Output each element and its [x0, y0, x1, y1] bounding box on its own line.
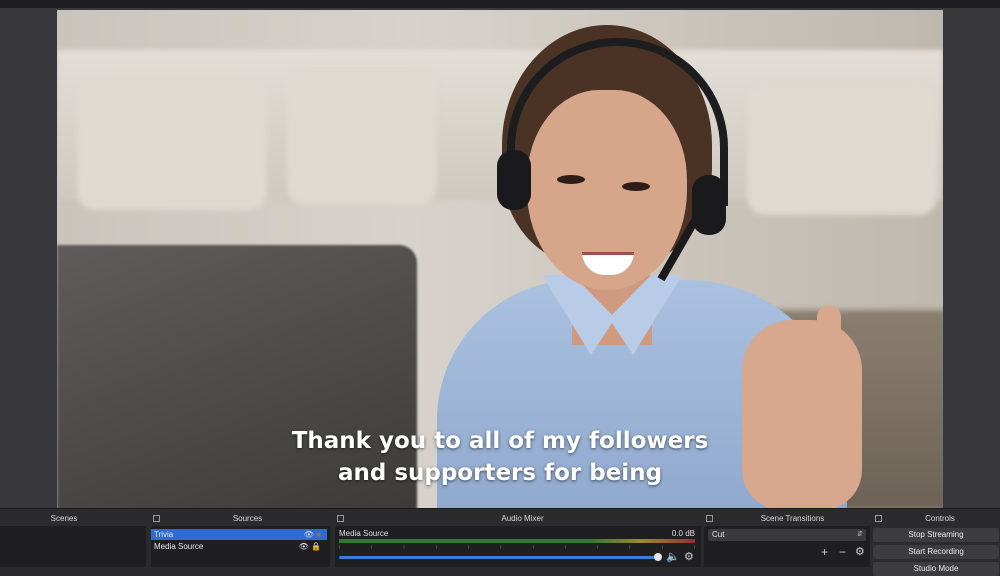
scenes-panel[interactable] [0, 526, 146, 567]
mixer-level: 0.0 dB [671, 529, 695, 538]
studio-mode-button[interactable]: Studio Mode [873, 562, 999, 576]
eye-icon[interactable]: 👁 [304, 530, 314, 539]
eye-icon[interactable]: 👁 [299, 542, 309, 551]
source-item-media-source[interactable]: Media Source 👁 🔒 [151, 541, 327, 552]
transition-select-value: Cut [712, 530, 725, 539]
audio-meter [339, 539, 695, 543]
caption-line-1: Thank you to all of my followers [291, 428, 709, 454]
headset-earcup [692, 175, 726, 235]
start-recording-button[interactable]: Start Recording [873, 545, 999, 559]
add-icon[interactable]: + [821, 545, 828, 559]
meter-ticks: | | | | | | | | | | | | [339, 544, 695, 549]
stream-caption: Thank you to all of my followers and sup… [57, 425, 943, 489]
preview-area: Thank you to all of my followers and sup… [0, 8, 1000, 508]
person-raised-finger [817, 305, 841, 395]
mixer-channel-name: Media Source [339, 529, 389, 538]
gear-icon[interactable]: ⚙ [684, 550, 694, 563]
background-cushion [77, 80, 267, 210]
volume-slider-handle[interactable] [654, 553, 662, 561]
lock-icon[interactable]: ■ [316, 530, 321, 539]
scenes-header: Scenes [50, 514, 78, 523]
source-item-label: Media Source [154, 542, 204, 551]
scene-transitions-panel: Cut ⇵ + − ⚙ [704, 526, 870, 567]
sources-header: Sources [232, 514, 263, 523]
undock-icon[interactable] [153, 515, 160, 522]
bottom-dock: Scenes Sources Trivia 👁 ■ Media Source 👁… [0, 508, 1000, 576]
controls-header: Controls [925, 514, 955, 523]
stream-preview[interactable]: Thank you to all of my followers and sup… [57, 10, 943, 508]
headset-earcup [497, 150, 531, 210]
source-item-label: Trivia [154, 530, 174, 539]
audio-mixer-panel: Media Source 0.0 dB | | | | | | | | | | | | 🔈 ⚙ [335, 526, 701, 567]
select-arrows-icon: ⇵ [857, 531, 863, 538]
sources-panel[interactable]: Trivia 👁 ■ Media Source 👁 🔒 [151, 526, 330, 567]
transition-select[interactable]: Cut ⇵ [708, 529, 866, 541]
caption-line-2: and supporters for being [337, 460, 663, 486]
lock-icon[interactable]: 🔒 [311, 542, 321, 551]
source-item-trivia[interactable]: Trivia 👁 ■ [151, 529, 327, 540]
volume-slider[interactable] [339, 556, 658, 559]
speaker-icon[interactable]: 🔈 [666, 550, 680, 563]
audio-mixer-header: Audio Mixer [501, 514, 544, 523]
gear-icon[interactable]: ⚙ [855, 545, 865, 558]
top-strip [0, 0, 1000, 8]
remove-icon[interactable]: − [839, 545, 846, 559]
controls-panel: Stop Streaming Start Recording Studio Mo… [873, 526, 1000, 576]
stop-streaming-button[interactable]: Stop Streaming [873, 528, 999, 542]
scene-transitions-header: Scene Transitions [760, 514, 825, 523]
